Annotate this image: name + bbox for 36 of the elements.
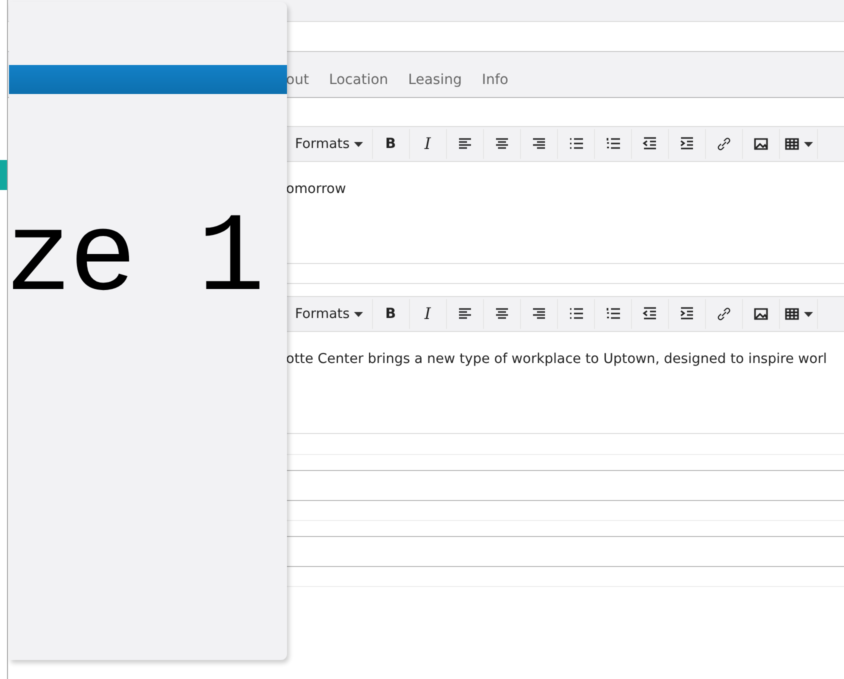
tab[interactable]: out [286, 70, 319, 91]
italic-button[interactable]: I [410, 129, 447, 159]
italic-button[interactable]: I [410, 299, 447, 329]
bold-button[interactable]: B [372, 299, 410, 329]
caret-icon [354, 142, 363, 146]
caret-icon [804, 142, 813, 146]
caret-icon [804, 312, 813, 316]
active-marker [0, 160, 7, 190]
bold-button[interactable]: B [372, 129, 410, 159]
image-icon [752, 306, 769, 322]
align-right-icon [530, 136, 547, 152]
editor-text[interactable]: otte Center brings a new type of workplace to Uptown, designed to inspire worl [286, 332, 844, 433]
indent-icon [678, 306, 695, 322]
image-icon [752, 136, 769, 152]
align-center-icon [494, 136, 510, 152]
tab[interactable]: Info [472, 70, 518, 91]
table-icon [784, 136, 800, 152]
outdent-icon [642, 136, 658, 152]
align-left-icon [456, 306, 473, 322]
numbered-list-icon [604, 136, 621, 152]
table-icon [784, 306, 800, 322]
link-icon [716, 306, 732, 322]
outdent-icon [642, 306, 658, 322]
tab[interactable]: Location [318, 70, 398, 91]
numbered-list-icon [604, 306, 621, 322]
align-left-icon [456, 136, 473, 152]
align-right-icon [530, 306, 547, 322]
large-text: ze 1 [9, 204, 263, 316]
align-center-icon [494, 306, 510, 322]
bullet-list-icon [568, 306, 584, 322]
tab[interactable]: Leasing [398, 70, 472, 91]
indent-icon [678, 136, 695, 152]
bullet-list-icon [568, 136, 584, 152]
link-icon [716, 136, 732, 152]
caret-icon [354, 312, 363, 316]
editor-text[interactable]: omorrow [286, 162, 844, 263]
